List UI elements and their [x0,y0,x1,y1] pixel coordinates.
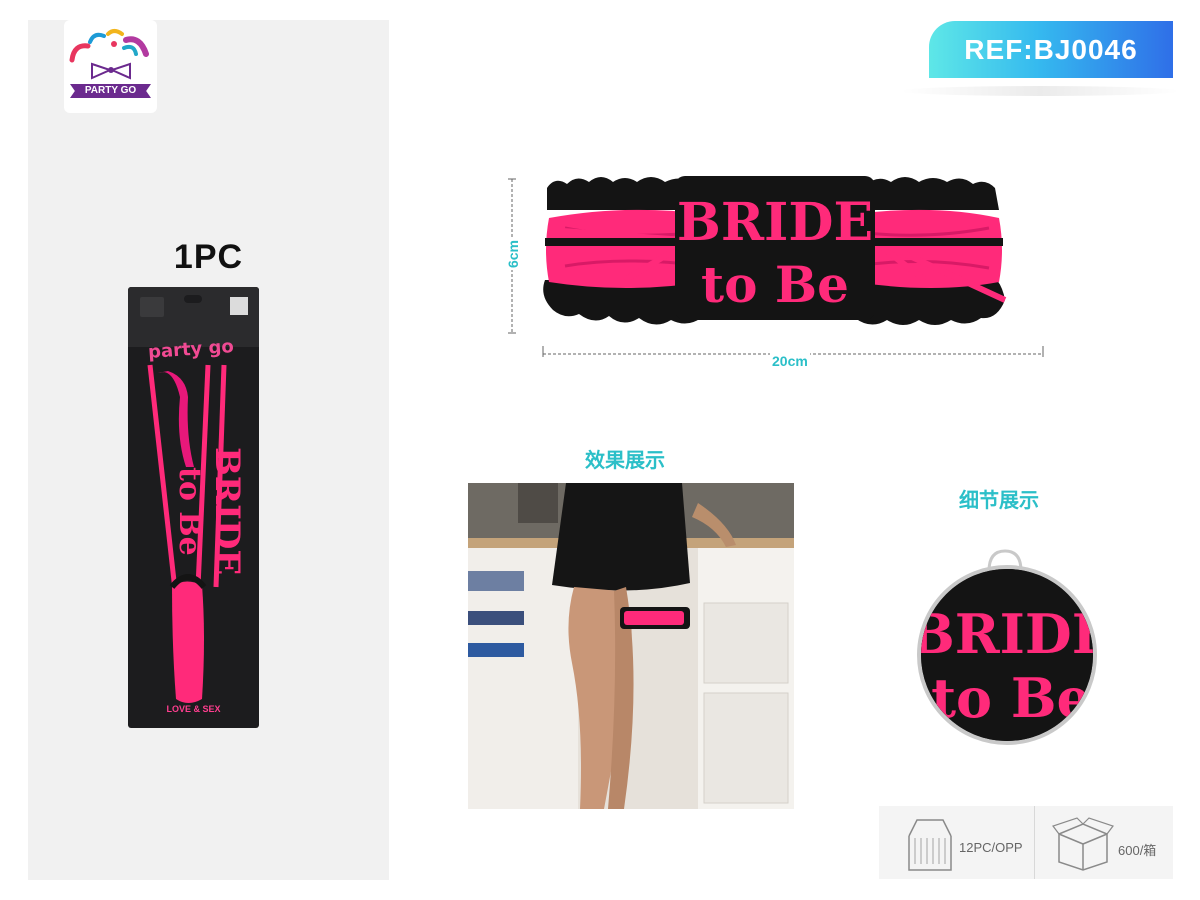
quantity-label: 1PC [173,238,244,276]
effect-photo [468,483,794,809]
detail-text-line2: to Be [931,666,1091,730]
svg-text:to Be: to Be [172,467,207,556]
packaged-product-image: party go BRIDE to Be LOVE & SEX [128,287,259,728]
carton-packing-label: 600/箱 [1118,843,1157,858]
logo-wordmark: PARTY GO [70,84,151,98]
effect-section-title: 效果展示 [585,448,665,472]
inner-packing-label: 12PC/OPP [959,840,1023,855]
model-wearing-garter-illustration [468,483,794,809]
detail-closeup-illustration: BRIDE to Be [921,569,1097,741]
svg-text:BRIDE: BRIDE [207,447,247,575]
detail-text-line1: BRIDE [921,602,1097,666]
display-box-icon [908,819,952,871]
garter-product-image: BRIDE to Be [543,176,1007,325]
detail-section-title: 细节展示 [959,488,1039,512]
carton-box-icon [1052,817,1114,871]
height-dimension-label: 6cm [505,237,522,271]
garter-text-line2: to Be [701,255,849,314]
garter-text-line1: BRIDE [677,192,873,253]
brand-logo: PARTY GO [64,20,157,113]
packing-info-strip: 12PC/OPP 600/箱 [879,806,1173,879]
width-dimension-label: 20cm [770,353,810,369]
reference-tag-shadow [900,86,1180,96]
detail-closeup-image: BRIDE to Be [917,565,1097,745]
reference-tag: REF:BJ0046 [929,21,1173,78]
package-garter-illustration: BRIDE to Be [147,364,247,703]
logo-confetti-icon [69,29,149,80]
package-footer-text: LOVE & SEX [166,704,221,714]
